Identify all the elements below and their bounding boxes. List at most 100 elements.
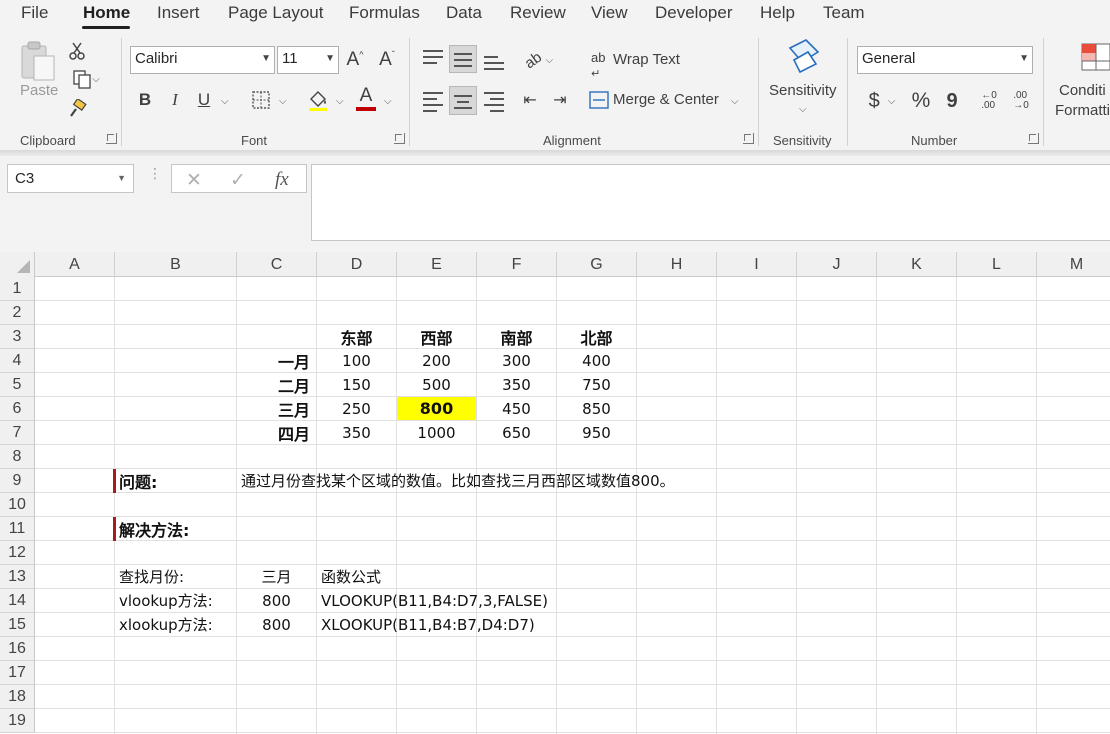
column-header-j[interactable]: J [797, 252, 877, 277]
xlookup-result-cell[interactable]: 800 [237, 613, 316, 636]
font-size-select[interactable]: 11 ▼ [277, 46, 339, 74]
formula-header-cell[interactable]: 函数公式 [317, 565, 556, 588]
column-header-d[interactable]: D [317, 252, 397, 277]
table-value-cell[interactable]: 650 [477, 421, 556, 444]
column-header-g[interactable]: G [557, 252, 637, 277]
merge-center-button[interactable]: Merge & Center ⌵ [589, 90, 749, 112]
font-launcher-icon[interactable] [394, 133, 405, 144]
highlighted-cell[interactable]: 800 [397, 397, 476, 420]
column-header-f[interactable]: F [477, 252, 557, 277]
xlookup-formula-cell[interactable]: XLOOKUP(B11,B4:B7,D4:D7) [317, 613, 636, 636]
table-value-cell[interactable]: 450 [477, 397, 556, 420]
font-color-button[interactable]: A [354, 86, 378, 112]
row-header-11[interactable]: 11 [0, 517, 35, 541]
solution-label-cell[interactable]: 解决方法: [115, 517, 236, 540]
table-value-cell[interactable]: 750 [557, 373, 636, 396]
number-launcher-icon[interactable] [1028, 133, 1039, 144]
table-value-cell[interactable]: 150 [317, 373, 396, 396]
chevron-down-icon[interactable]: ⌵ [279, 96, 287, 107]
row-header-9[interactable]: 9 [0, 469, 35, 493]
align-middle-button[interactable] [449, 45, 477, 73]
formula-input[interactable] [311, 164, 1110, 241]
row-header-2[interactable]: 2 [0, 301, 35, 325]
table-header-cell[interactable]: 南部 [477, 325, 556, 348]
vlookup-formula-cell[interactable]: VLOOKUP(B11,B4:D7,3,FALSE) [317, 589, 636, 612]
select-all-button[interactable] [0, 252, 35, 277]
row-header-10[interactable]: 10 [0, 493, 35, 517]
vlookup-label-cell[interactable]: vlookup方法: [115, 589, 236, 612]
row-header-13[interactable]: 13 [0, 565, 35, 589]
cut-button[interactable] [66, 40, 88, 62]
row-header-12[interactable]: 12 [0, 541, 35, 565]
table-value-cell[interactable]: 350 [477, 373, 556, 396]
bold-button[interactable]: B [136, 88, 154, 112]
insert-function-icon[interactable]: fx [275, 169, 289, 191]
menu-home[interactable]: Home [83, 3, 130, 23]
font-name-select[interactable]: Calibri ▼ [130, 46, 275, 74]
number-format-select[interactable]: General ▼ [857, 46, 1033, 74]
menu-file[interactable]: File [21, 3, 48, 23]
row-header-19[interactable]: 19 [0, 709, 35, 733]
decrease-indent-button[interactable]: ⇤ [519, 89, 541, 111]
sensitivity-button[interactable]: Sensitivity ⌵ [766, 38, 842, 118]
increase-indent-button[interactable]: ⇥ [549, 89, 571, 111]
table-header-cell[interactable]: 东部 [317, 325, 396, 348]
row-header-5[interactable]: 5 [0, 373, 35, 397]
table-row-label-cell[interactable]: 四月 [237, 421, 316, 444]
table-value-cell[interactable]: 350 [317, 421, 396, 444]
align-top-button[interactable] [423, 50, 443, 68]
chevron-down-icon[interactable]: ⌵ [384, 96, 392, 107]
align-center-button[interactable] [449, 86, 477, 115]
table-header-cell[interactable]: 西部 [397, 325, 476, 348]
menu-view[interactable]: View [591, 3, 628, 23]
copy-button[interactable]: ⌵ [66, 68, 106, 90]
row-header-16[interactable]: 16 [0, 637, 35, 661]
month-value-cell[interactable]: 三月 [237, 565, 316, 588]
format-painter-button[interactable] [66, 98, 88, 120]
comma-style-button[interactable]: 9 [942, 88, 962, 114]
menu-review[interactable]: Review [510, 3, 566, 23]
question-label-cell[interactable]: 问题: [115, 469, 236, 492]
table-row-label-cell[interactable]: 二月 [237, 373, 316, 396]
column-header-e[interactable]: E [397, 252, 477, 277]
column-header-l[interactable]: L [957, 252, 1037, 277]
table-value-cell[interactable]: 250 [317, 397, 396, 420]
row-header-4[interactable]: 4 [0, 349, 35, 373]
decrease-decimal-button[interactable]: .00 →0 [1008, 88, 1034, 114]
row-header-15[interactable]: 15 [0, 613, 35, 637]
row-header-18[interactable]: 18 [0, 685, 35, 709]
menu-data[interactable]: Data [446, 3, 482, 23]
wrap-text-button[interactable]: ab ↵ Wrap Text [591, 50, 691, 80]
table-header-cell[interactable]: 北部 [557, 325, 636, 348]
table-value-cell[interactable]: 100 [317, 349, 396, 372]
column-header-m[interactable]: M [1037, 252, 1110, 277]
drag-handle-icon[interactable]: ⋮ [148, 166, 162, 180]
row-header-7[interactable]: 7 [0, 421, 35, 445]
column-header-c[interactable]: C [237, 252, 317, 277]
column-header-i[interactable]: I [717, 252, 797, 277]
paste-button[interactable]: Paste [16, 38, 60, 104]
table-value-cell[interactable]: 400 [557, 349, 636, 372]
table-value-cell[interactable]: 1000 [397, 421, 476, 444]
menu-team[interactable]: Team [823, 3, 865, 23]
align-right-button[interactable] [484, 92, 504, 116]
table-value-cell[interactable]: 200 [397, 349, 476, 372]
row-header-8[interactable]: 8 [0, 445, 35, 469]
menu-page-layout[interactable]: Page Layout [228, 3, 323, 23]
italic-button[interactable]: I [166, 88, 184, 112]
menu-insert[interactable]: Insert [157, 3, 200, 23]
orientation-button[interactable]: ab ⌵ [519, 48, 559, 72]
row-header-6[interactable]: 6 [0, 397, 35, 421]
column-header-b[interactable]: B [115, 252, 237, 277]
percent-button[interactable]: % [908, 88, 934, 114]
xlookup-label-cell[interactable]: xlookup方法: [115, 613, 236, 636]
enter-icon[interactable]: ✓ [230, 169, 246, 192]
chevron-down-icon[interactable]: ⌵ [336, 96, 344, 107]
chevron-down-icon[interactable]: ⌵ [221, 96, 229, 107]
month-label-cell[interactable]: 查找月份: [115, 565, 236, 588]
decrease-font-button[interactable]: Aˇ [376, 48, 398, 72]
name-box[interactable]: C3 ▼ [7, 164, 134, 193]
table-row-label-cell[interactable]: 一月 [237, 349, 316, 372]
increase-font-button[interactable]: A^ [344, 48, 366, 72]
table-value-cell[interactable]: 950 [557, 421, 636, 444]
